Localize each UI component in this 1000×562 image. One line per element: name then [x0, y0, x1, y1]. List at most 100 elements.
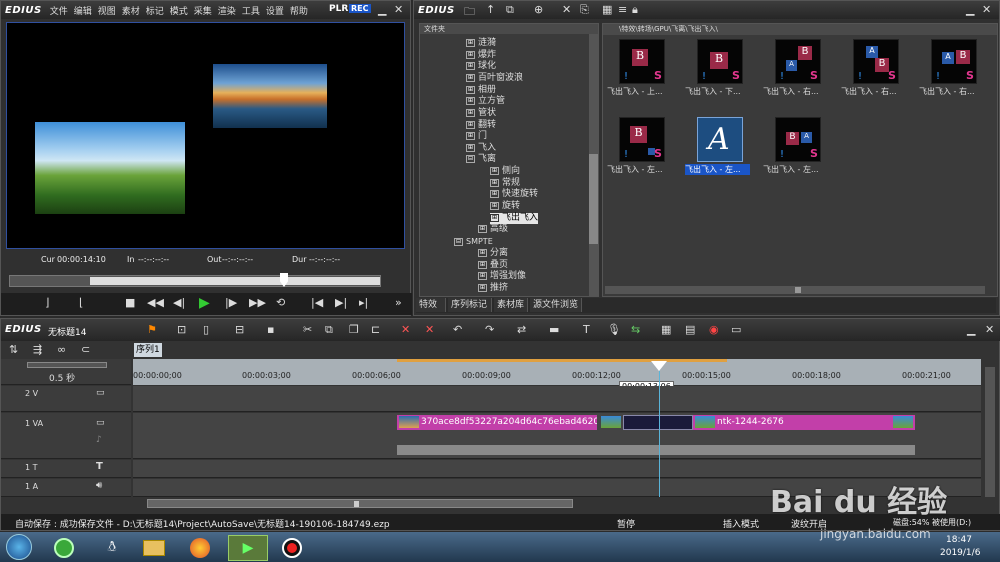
folder-icon[interactable]: 🗀 — [464, 3, 475, 22]
set-in-icon[interactable]: ⌋ — [45, 296, 49, 309]
snap-icon[interactable]: ▬ — [549, 323, 559, 336]
effect-thumb[interactable]: A B! S 飞出飞入 - 右... — [841, 39, 906, 97]
taskbar-recorder-icon[interactable] — [278, 535, 306, 561]
minimize-icon[interactable]: ▁ — [378, 3, 386, 16]
play-icon[interactable]: ▶ — [199, 295, 210, 311]
tree-item[interactable]: ⊞ 分离 — [478, 248, 508, 259]
time-ruler[interactable]: 00:00:00;00 00:00:03;00 00:00:06;00 00:0… — [133, 359, 981, 392]
tree-item[interactable]: ⊞ 门 — [466, 131, 487, 142]
mic-icon[interactable]: 🎙︎ — [607, 323, 621, 336]
plr-button[interactable]: PLR — [329, 4, 348, 14]
start-button[interactable] — [6, 534, 32, 560]
effects-close-icon[interactable]: ✕ — [982, 3, 991, 16]
playhead-marker[interactable] — [651, 361, 667, 371]
text-icon[interactable]: T — [583, 323, 590, 336]
timeline-minimize-icon[interactable]: ▁ — [967, 323, 975, 336]
more-icon[interactable]: » — [395, 296, 402, 309]
effect-thumb[interactable]: B A! S 飞出飞入 - 左... — [763, 117, 828, 175]
open-project-icon[interactable]: ⊟ — [235, 323, 244, 336]
layout-icon[interactable]: ▭ — [731, 323, 741, 336]
mixer-icon[interactable]: ⇆ — [631, 323, 640, 336]
track-header-1va[interactable]: 1 VA ▭ ♪ — [1, 413, 131, 459]
tree-item[interactable]: ⊞ 管状 — [466, 108, 496, 119]
tree-item-selected[interactable]: ⊞ 飞出飞入 — [490, 213, 539, 224]
tree-scrollbar[interactable] — [589, 34, 598, 296]
taskbar-qq-icon[interactable]: 🐧︎ — [98, 535, 126, 561]
taskbar-explorer-icon[interactable] — [140, 535, 168, 561]
menu-view[interactable]: 视图 — [98, 4, 116, 17]
video-clip[interactable]: ntk-1244-2676 — [693, 415, 915, 430]
properties-icon[interactable]: ⎘ — [580, 3, 589, 17]
effect-thumb[interactable]: A B! S 飞出飞入 - 右... — [919, 39, 984, 97]
track-lane-1va[interactable]: 370ace8df53227a204d64c76ebad4620 ntk-124… — [133, 413, 981, 459]
effect-thumb[interactable]: B! S 飞出飞入 - 上... — [607, 39, 672, 97]
menu-help[interactable]: 帮助 — [290, 4, 308, 17]
effect-thumb[interactable]: B! S 飞出飞入 - 左... — [607, 117, 672, 175]
transition[interactable] — [599, 415, 623, 430]
render-icon[interactable]: ▤ — [685, 323, 695, 336]
timeline-hscrollbar[interactable] — [147, 499, 573, 508]
effect-thumb[interactable]: B A! S 飞出飞入 - 右... — [763, 39, 828, 97]
audio-icon[interactable]: ♪ — [96, 435, 102, 445]
audio-waveform[interactable] — [397, 445, 915, 455]
sync-icon[interactable]: ⇄ — [517, 323, 526, 336]
tree-item[interactable]: ⊞ 常规 — [490, 178, 520, 189]
position-slider[interactable] — [9, 273, 381, 287]
lock-icon[interactable]: 🔒︎ — [632, 3, 638, 17]
overwrite-to-timeline-icon[interactable]: ▶| — [335, 296, 347, 309]
tree-item[interactable]: ⊞ 涟漪 — [466, 38, 496, 49]
effect-thumb-selected[interactable]: A 飞出飞入 - 左... — [685, 117, 750, 175]
effects-minimize-icon[interactable]: ▁ — [966, 3, 974, 16]
menu-render[interactable]: 渲染 — [218, 4, 236, 17]
tree-item[interactable]: ⊞ 飞入 — [466, 143, 496, 154]
tree-item[interactable]: ⊞ 翻转 — [466, 120, 496, 131]
timeline-close-icon[interactable]: ✕ — [985, 323, 994, 336]
group-icon[interactable]: ⊂ — [81, 343, 90, 356]
tree-item[interactable]: ⊞ 侧向 — [490, 166, 520, 177]
stop-icon[interactable]: ■ — [125, 296, 135, 309]
tree-item[interactable]: ⊞ 推挤 — [478, 283, 508, 294]
menu-edit[interactable]: 编辑 — [74, 4, 92, 17]
up-folder-icon[interactable]: ↑ — [486, 3, 495, 16]
new-sequence-icon[interactable]: ⚑ — [147, 323, 157, 336]
timeline-vscrollbar[interactable] — [985, 367, 995, 497]
taskbar-browser-icon[interactable] — [50, 535, 78, 561]
tree-item[interactable]: ⊞ 高级 — [478, 224, 508, 235]
tree-item-expanded[interactable]: ⊟ 飞离 — [466, 154, 496, 165]
insert-to-timeline-icon[interactable]: |◀ — [311, 296, 323, 309]
menu-capture[interactable]: 采集 — [194, 4, 212, 17]
redo-icon[interactable]: ↷ — [485, 323, 494, 336]
menu-settings[interactable]: 设置 — [266, 4, 284, 17]
track-insert-icon[interactable]: ⇶ — [33, 343, 42, 356]
replace-icon[interactable]: ⊏ — [371, 323, 380, 336]
rewind-icon[interactable]: ◀◀ — [147, 296, 164, 309]
taskbar-firefox-icon[interactable] — [186, 535, 214, 561]
link-icon[interactable]: ∞ — [57, 343, 66, 356]
list-icon[interactable]: ≡ — [618, 3, 627, 16]
cut-icon[interactable]: ✂ — [303, 323, 312, 336]
effect-thumb[interactable]: B! S 飞出飞入 - 下... — [685, 39, 750, 97]
close-icon[interactable]: ✕ — [394, 3, 403, 16]
menu-marker[interactable]: 标记 — [146, 4, 164, 17]
tree-item[interactable]: ⊞ 百叶窗波浪 — [466, 73, 523, 84]
ripple-icon[interactable]: ▸| — [359, 296, 368, 309]
tree-item[interactable]: ⊞ 快速旋转 — [490, 189, 538, 200]
tree-item[interactable]: ⊞ 相册 — [466, 85, 496, 96]
copy-clip-icon[interactable]: ⧉ — [325, 323, 333, 337]
delete-clip-icon[interactable]: ✕ — [401, 323, 410, 336]
fast-forward-icon[interactable]: ▶▶ — [249, 296, 266, 309]
set-out-icon[interactable]: ⌊ — [79, 296, 83, 309]
paste-icon[interactable]: ❐ — [349, 323, 359, 336]
rec-button[interactable]: REC — [349, 4, 371, 13]
track-mode-icon[interactable]: ⇅ — [9, 343, 18, 356]
menu-file[interactable]: 文件 — [50, 4, 68, 17]
track-toggle-icon[interactable]: ▭ — [96, 388, 105, 398]
track-header-1t[interactable]: 1 T T — [1, 460, 131, 478]
track-header-1a[interactable]: 1 A 🔊︎ — [1, 479, 131, 497]
step-back-icon[interactable]: ◀| — [173, 296, 185, 309]
add-icon[interactable]: ⊕ — [534, 3, 543, 16]
speaker-icon[interactable]: 🔊︎ — [96, 480, 102, 491]
tree-item[interactable]: ⊞ 球化 — [466, 61, 496, 72]
tree-item-expanded[interactable]: ⊟ SMPTE — [454, 236, 493, 247]
tree-item[interactable]: ⊞ 旋转 — [490, 201, 520, 212]
